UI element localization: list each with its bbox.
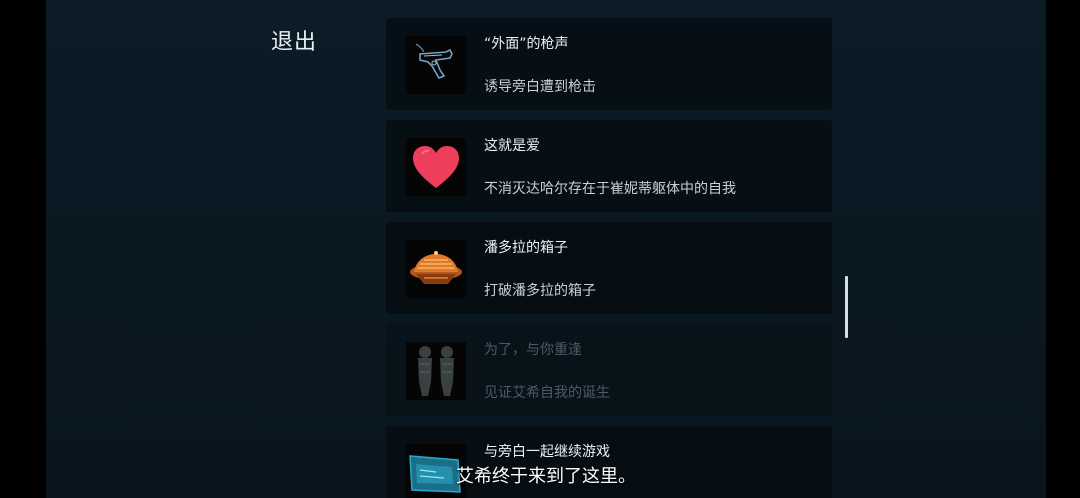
achievement-description: 诱导旁白遭到枪击 — [484, 79, 596, 95]
achievement-card-reunion[interactable]: 为了，与你重逢 见证艾希自我的诞生 — [386, 324, 832, 416]
left-letterbox — [0, 0, 46, 498]
achievement-description: 见证艾希自我的诞生 — [484, 385, 610, 401]
heart-icon — [406, 138, 466, 196]
achievements-screen: 退出 “外面”的枪声 诱导旁白遭到枪击 这就是爱 不消灭达哈尔存在于崔妮蒂躯体中… — [46, 0, 1046, 498]
achievement-title: 这就是爱 — [484, 138, 540, 154]
right-letterbox — [1046, 0, 1080, 498]
pistol-icon — [406, 36, 466, 94]
pandora-box-icon — [406, 240, 466, 298]
twin-figures-icon — [406, 342, 466, 400]
achievement-title: “外面”的枪声 — [484, 36, 569, 52]
achievement-card-love[interactable]: 这就是爱 不消灭达哈尔存在于崔妮蒂躯体中的自我 — [386, 120, 832, 212]
list-scrollbar[interactable] — [845, 276, 848, 338]
achievement-title: 潘多拉的箱子 — [484, 240, 568, 256]
achievement-description: 打破潘多拉的箱子 — [484, 283, 596, 299]
achievement-list[interactable]: “外面”的枪声 诱导旁白遭到枪击 这就是爱 不消灭达哈尔存在于崔妮蒂躯体中的自我 — [386, 18, 832, 498]
dialogue-subtitle: 艾希终于来到了这里。 — [456, 466, 636, 487]
achievement-title: 为了，与你重逢 — [484, 342, 582, 358]
achievement-description: 不消灭达哈尔存在于崔妮蒂躯体中的自我 — [484, 181, 736, 197]
achievement-title: 与旁白一起继续游戏 — [484, 444, 610, 460]
achievement-card-gunshot[interactable]: “外面”的枪声 诱导旁白遭到枪击 — [386, 18, 832, 110]
exit-button[interactable]: 退出 — [271, 24, 317, 56]
achievement-card-pandora[interactable]: 潘多拉的箱子 打破潘多拉的箱子 — [386, 222, 832, 314]
